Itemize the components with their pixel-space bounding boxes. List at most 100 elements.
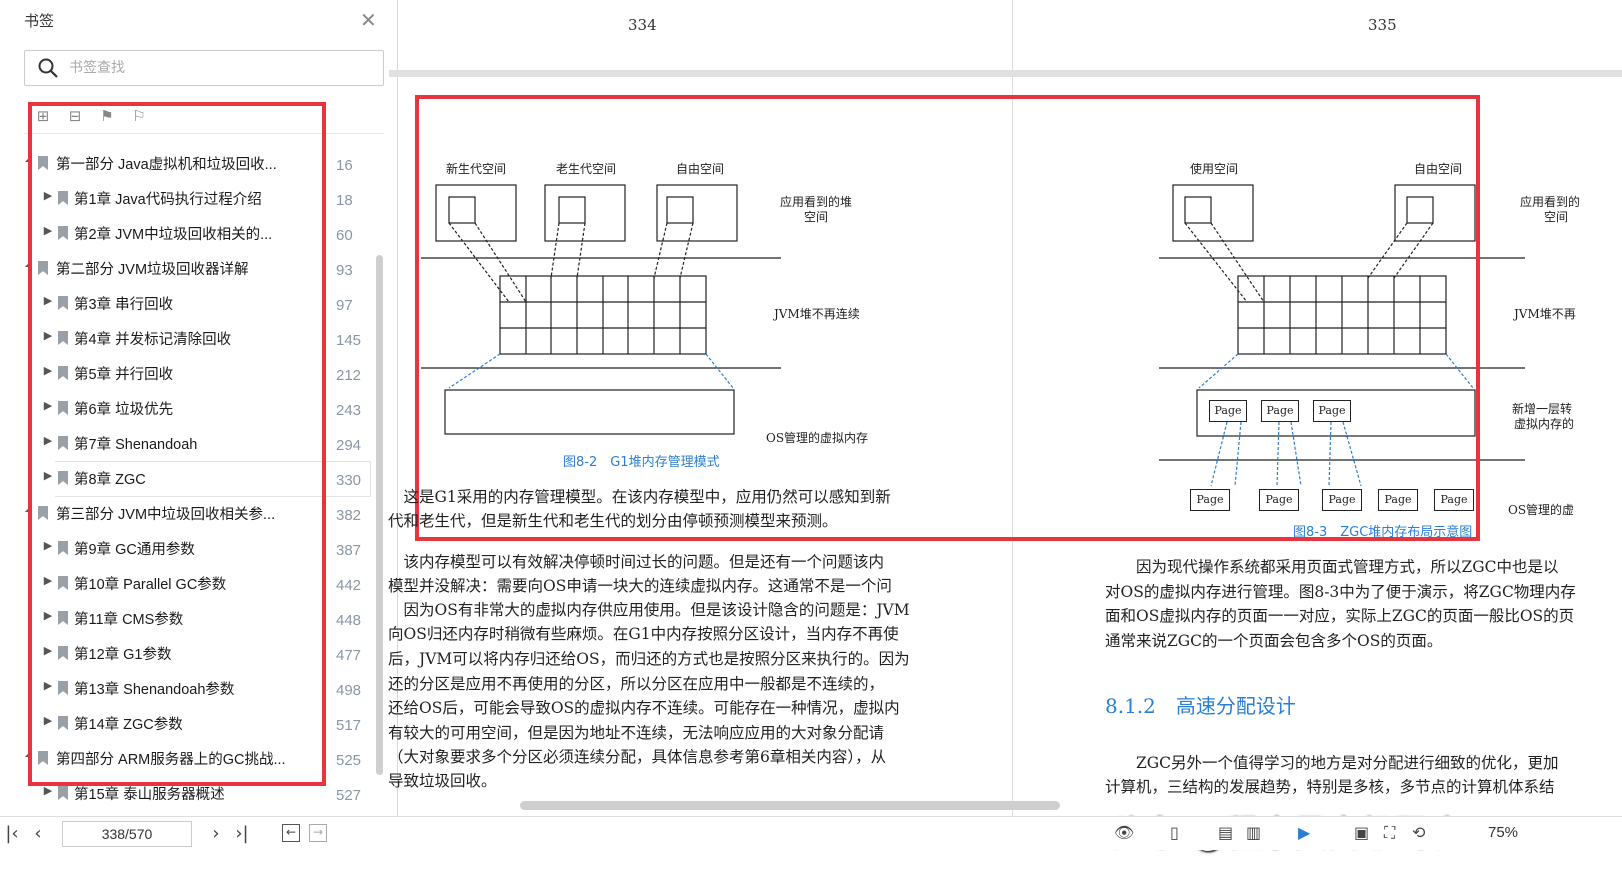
two-page-icon[interactable]: ▥ (1246, 823, 1261, 842)
bookmark-item[interactable]: ▶ 第8章 ZGC 330 (0, 461, 385, 497)
label-free: 自由空间 (676, 162, 725, 176)
bookmark-item[interactable]: ▶ 第10章 Parallel GC参数 442 (0, 566, 385, 601)
back-icon[interactable]: ← (282, 824, 300, 842)
bookmark-icon (58, 681, 68, 695)
bookmark-item[interactable]: ▶ 第9章 GC通用参数 387 (0, 531, 385, 566)
chevron-right-icon[interactable]: ▶ (42, 294, 54, 307)
label-os-vmem: OS管理的虚拟内存 (766, 431, 869, 445)
bookmark-page: 382 (336, 507, 362, 524)
play-icon[interactable]: ▶ (1298, 823, 1310, 842)
bookmark-panel: 书签 ✕ ⊞ ⊟ ⚑ ⚐ ◢ 第一部分 Java虚拟机和垃圾回收... 16 ▶ 第1章 Ja… (0, 0, 398, 842)
os-page-box: Page (1190, 489, 1230, 511)
label-new-layer-2: 虚拟内存的 (1514, 417, 1575, 431)
chevron-down-icon[interactable]: ◢ (22, 154, 34, 163)
rotate-icon[interactable]: ⟲ (1412, 823, 1425, 842)
text-line: ZGC另外一个值得学习的地方是对分配进行细致的优化，更加 (1105, 754, 1559, 772)
text-line: 面和OS虚拟内存的页面一一对应，实际上ZGC的页面一般比OS的页 (1105, 607, 1575, 625)
chevron-down-icon[interactable]: ◢ (22, 749, 34, 758)
bookmark-page: 18 (336, 192, 353, 209)
bookmark-item[interactable]: ▶ 第4章 并发标记清除回收 145 (0, 321, 385, 356)
chevron-right-icon[interactable]: ▶ (42, 679, 54, 692)
bookmark-item[interactable]: ▶ 第14章 ZGC参数 517 (0, 706, 385, 741)
bookmark-search[interactable] (24, 50, 384, 86)
page-indicator[interactable]: 338/570 (62, 821, 192, 847)
bookmark-item[interactable]: ▶ 第11章 CMS参数 448 (0, 601, 385, 636)
bookmark-item[interactable]: ▶ 第15章 泰山服务器概述 527 (0, 776, 385, 811)
chevron-right-icon[interactable]: ▶ (42, 224, 54, 237)
chevron-right-icon[interactable]: ▶ (42, 784, 54, 797)
bookmark-label: 第8章 ZGC (74, 472, 146, 488)
search-input[interactable] (69, 55, 369, 81)
actual-size-icon[interactable]: ▣ (1354, 823, 1369, 842)
expand-all-icon[interactable]: ⊞ (34, 107, 52, 125)
bookmark-remove-icon[interactable]: ⚐ (130, 107, 148, 125)
bookmark-item[interactable]: ◢ 第二部分 JVM垃圾回收器详解 93 (0, 251, 385, 286)
bookmark-item[interactable]: ▶ 第6章 垃圾优先 243 (0, 391, 385, 426)
chevron-down-icon[interactable]: ◢ (22, 504, 34, 513)
bookmark-page: 477 (336, 647, 362, 664)
bookmark-item[interactable]: ▶ 第1章 Java代码执行过程介绍 18 (0, 181, 385, 216)
bookmark-label: 第12章 G1参数 (74, 647, 172, 663)
chevron-right-icon[interactable]: ▶ (42, 714, 54, 727)
continuous-icon[interactable]: ▤ (1218, 823, 1233, 842)
forward-icon[interactable]: → (309, 824, 327, 842)
bookmark-item[interactable]: ▶ 第12章 G1参数 477 (0, 636, 385, 671)
bookmark-page: 442 (336, 577, 362, 594)
next-page-icon[interactable]: › (206, 823, 226, 844)
bookmark-page: 212 (336, 367, 362, 384)
bookmark-icon (58, 331, 68, 345)
label-app-heap-zgc-2: 空间 (1544, 210, 1569, 224)
bookmark-icon (58, 646, 68, 660)
os-page-box: Page (1259, 489, 1299, 511)
zgc-page-box: Page (1313, 400, 1351, 422)
bookmark-icon (38, 156, 48, 170)
chevron-right-icon[interactable]: ▶ (42, 434, 54, 447)
chevron-right-icon[interactable]: ▶ (42, 329, 54, 342)
bookmark-icon (58, 611, 68, 625)
eye-icon[interactable]: 👁 (1114, 823, 1134, 842)
bookmark-item[interactable]: ▶ 第7章 Shenandoah 294 (0, 426, 385, 461)
zoom-level[interactable]: 75% (1488, 824, 1518, 841)
label-used: 使用空间 (1190, 162, 1239, 176)
chevron-right-icon[interactable]: ▶ (42, 539, 54, 552)
bookmark-label: 第4章 并发标记清除回收 (74, 332, 232, 348)
os-page-box: Page (1322, 489, 1362, 511)
prev-page-icon[interactable]: ‹ (28, 823, 48, 844)
text-line: 导致垃圾回收。 (388, 772, 497, 790)
bookmark-item[interactable]: ◢ 第一部分 Java虚拟机和垃圾回收... 16 (0, 146, 385, 181)
chevron-right-icon[interactable]: ▶ (42, 189, 54, 202)
bookmark-label: 第11章 CMS参数 (74, 612, 184, 628)
single-page-icon[interactable]: ▯ (1170, 823, 1179, 842)
label-free-zgc: 自由空间 (1414, 162, 1463, 176)
bookmark-icon (58, 786, 68, 800)
last-page-icon[interactable]: ›| (232, 823, 252, 844)
sidebar-scrollbar[interactable] (376, 255, 383, 775)
bookmark-label: 第二部分 JVM垃圾回收器详解 (56, 262, 249, 278)
bookmark-page: 145 (336, 332, 362, 349)
bookmark-label: 第1章 Java代码执行过程介绍 (74, 192, 262, 208)
close-icon[interactable]: ✕ (360, 8, 377, 32)
first-page-icon[interactable]: |‹ (2, 823, 22, 844)
collapse-all-icon[interactable]: ⊟ (66, 107, 84, 125)
chevron-right-icon[interactable]: ▶ (42, 364, 54, 377)
text-line: 还的分区是应用不再使用的分区，所以分区在应用中一般都是不连续的， (388, 675, 885, 693)
bookmark-item[interactable]: ◢ 第三部分 JVM中垃圾回收相关参... 382 (0, 496, 385, 531)
bookmark-item[interactable]: ▶ 第3章 串行回收 97 (0, 286, 385, 321)
bookmark-item[interactable]: ▶ 第13章 Shenandoah参数 498 (0, 671, 385, 706)
bookmark-item[interactable]: ◢ 第四部分 ARM服务器上的GC挑战... 525 (0, 741, 385, 776)
chevron-right-icon[interactable]: ▶ (42, 644, 54, 657)
horizontal-scrollbar[interactable] (520, 801, 1060, 810)
chevron-right-icon[interactable]: ▶ (42, 609, 54, 622)
bookmark-add-icon[interactable]: ⚑ (98, 107, 116, 125)
chevron-right-icon[interactable]: ▶ (42, 399, 54, 412)
bookmark-icon (38, 751, 48, 765)
os-vmem-block (444, 389, 735, 435)
bookmark-page: 525 (336, 752, 362, 769)
chevron-down-icon[interactable]: ◢ (22, 259, 34, 268)
figure-caption-g1: 图8-2 G1堆内存管理模式 (563, 455, 720, 470)
fit-page-icon[interactable]: ⛶ (1384, 823, 1395, 843)
bookmark-item[interactable]: ▶ 第2章 JVM中垃圾回收相关的... 60 (0, 216, 385, 251)
bookmark-item[interactable]: ▶ 第5章 并行回收 212 (0, 356, 385, 391)
chevron-right-icon[interactable]: ▶ (42, 574, 54, 587)
chevron-right-icon[interactable]: ▶ (42, 469, 54, 482)
